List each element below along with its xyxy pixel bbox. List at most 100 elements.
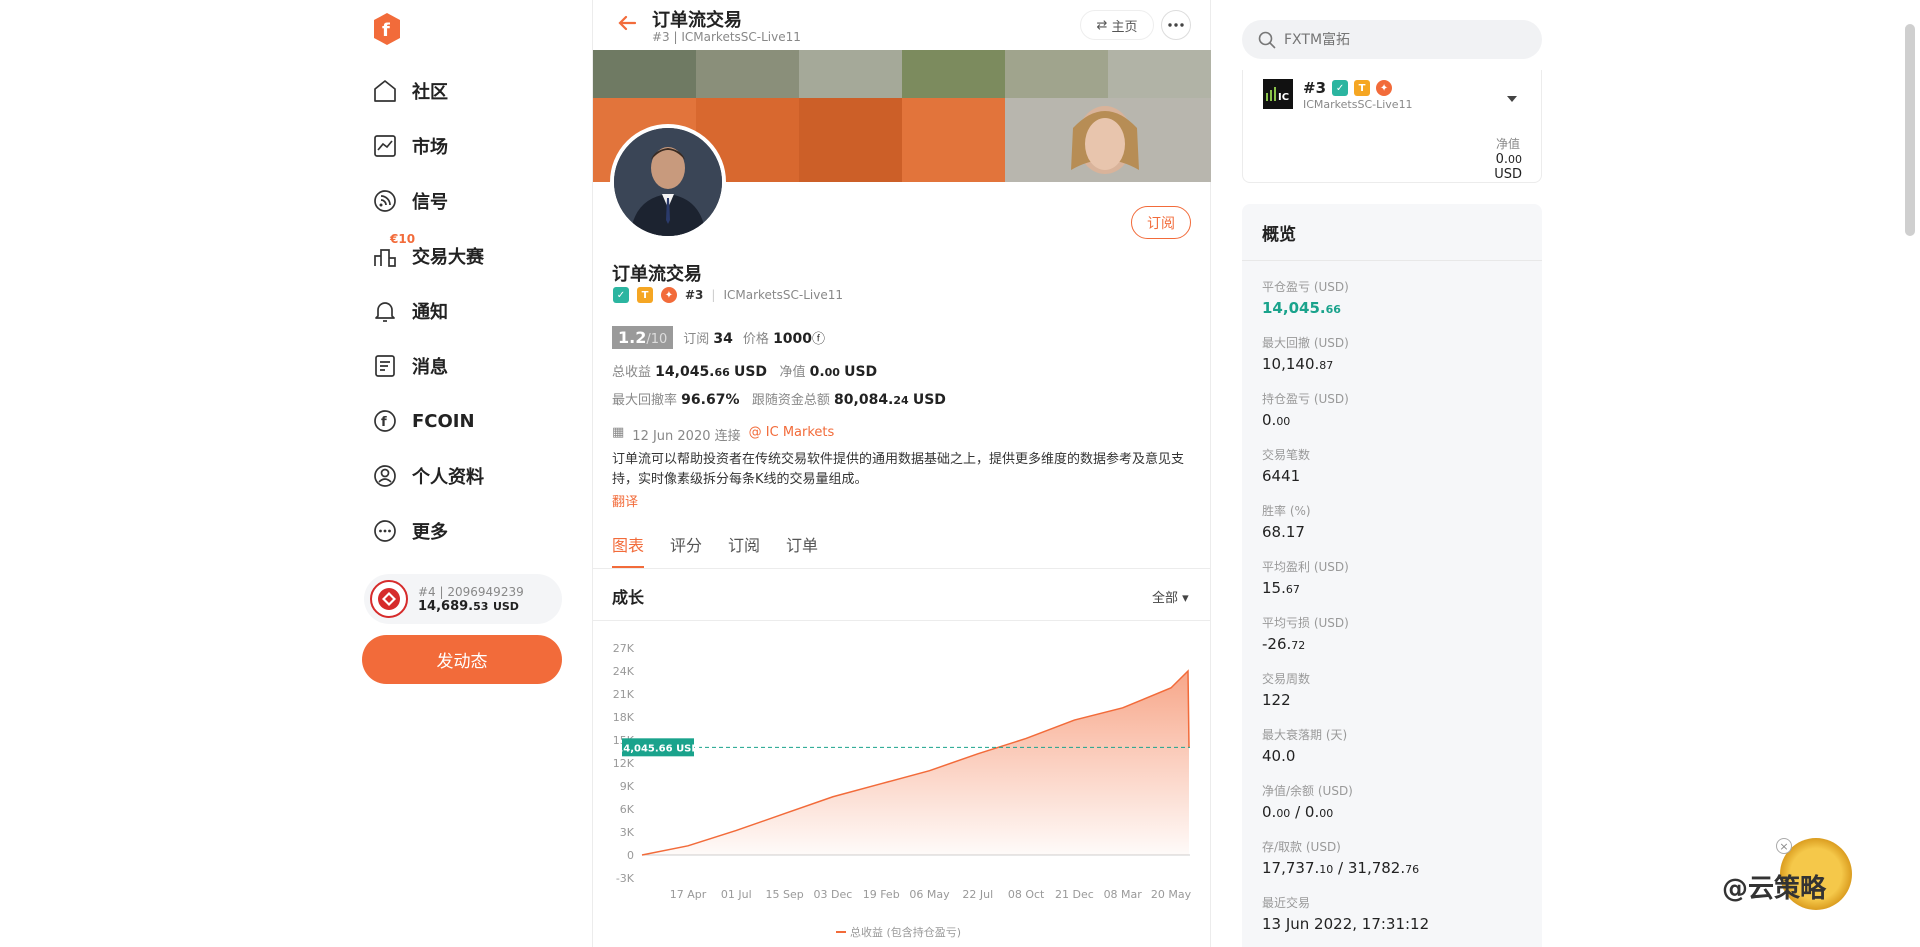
stat-value-2: 31,782. <box>1347 859 1406 877</box>
overview-stat: 存/取款 (USD) 17,737.10 / 31,782.76 <box>1262 838 1419 877</box>
profile-tabs: 图表 评分 订阅 订单 <box>612 532 818 556</box>
x-tick-label: 19 Feb <box>863 888 900 901</box>
stat-value-line: 40.0 <box>1262 747 1347 765</box>
stat-label: 胜率 (%) <box>1262 504 1311 518</box>
overview-divider <box>1242 260 1542 261</box>
follow-funds-decimals: 24 <box>893 394 909 407</box>
stat-label: 持仓盈亏 (USD) <box>1262 392 1349 406</box>
sidebar-item-home[interactable]: 社区 <box>372 76 448 106</box>
sidebar-item-message[interactable]: 消息 <box>372 351 448 381</box>
svg-text:IC: IC <box>1278 92 1289 103</box>
y-tick-label: 0 <box>627 849 634 862</box>
stat-label: 净值/余额 (USD) <box>1262 784 1353 798</box>
post-button[interactable]: 发动态 <box>362 635 562 684</box>
close-promo-button[interactable]: × <box>1776 838 1792 854</box>
hot-flame-icon: ✦ <box>1376 80 1393 96</box>
x-tick-label: 08 Mar <box>1104 888 1143 901</box>
account-dropdown-toggle[interactable] <box>1506 88 1518 107</box>
broker-link[interactable]: @ IC Markets <box>749 425 835 444</box>
selected-account[interactable]: #3 ✓ T ✦ <box>1303 79 1393 97</box>
subscribers-label: 订阅 <box>683 332 710 347</box>
subscribe-button[interactable]: 订阅 <box>1131 206 1191 239</box>
follow-funds-currency: USD <box>912 392 946 408</box>
stat-value-line: 14,045.66 <box>1262 299 1349 317</box>
search-bar[interactable] <box>1242 20 1542 59</box>
bell-icon <box>375 302 395 322</box>
stat-value: 0. <box>1262 411 1277 429</box>
sidebar-item-contest[interactable]: 交易大赛 <box>372 241 484 271</box>
at-icon: @ <box>748 425 762 440</box>
sidebar-item-signal[interactable]: 信号 <box>372 186 448 216</box>
equity-currency: USD <box>844 364 878 380</box>
sidebar-item-label: 个人资料 <box>412 467 484 488</box>
x-tick-label: 06 May <box>909 888 950 901</box>
sidebar-item-label: 社区 <box>412 82 448 103</box>
fcoin-small-icon: ⓕ <box>812 332 826 347</box>
drawdown-row: 最大回撤率 96.67% 跟随资金总额 80,084.24 USD <box>612 389 946 408</box>
profile-avatar <box>610 124 726 240</box>
stat-label: 平均盈利 (USD) <box>1262 560 1349 574</box>
tab-chart[interactable]: 图表 <box>612 532 644 556</box>
account-balance-decimals: 53 <box>473 599 489 613</box>
broker-logo-icon <box>378 588 400 610</box>
overview-stat: 最大回撤 (USD) 10,140.87 <box>1262 334 1349 373</box>
current-account-card[interactable]: #4 | 2096949239 14,689.53 USD <box>364 574 562 624</box>
tab-orders[interactable]: 订单 <box>786 532 818 556</box>
page-scrollbar[interactable] <box>1905 24 1915 236</box>
ic-logo-icon: IC <box>1263 79 1293 109</box>
x-tick-label: 15 Sep <box>765 888 803 901</box>
more-options-button[interactable] <box>1161 10 1191 40</box>
period-filter[interactable]: 全部 ▾ <box>1152 587 1189 606</box>
overview-stat: 净值/余额 (USD) 0.00 / 0.00 <box>1262 782 1353 821</box>
overview-stat: 胜率 (%) 68.17 <box>1262 502 1311 541</box>
connection-row: ▦ 12 Jun 2020 连接 @ IC Markets <box>612 425 834 444</box>
page-title: 订单流交易 <box>652 10 742 31</box>
follow-funds-value: 80,084. <box>834 392 894 408</box>
y-tick-label: 24K <box>613 665 635 678</box>
overview-stat: 交易周数 122 <box>1262 670 1310 709</box>
app-logo[interactable]: f <box>372 12 402 46</box>
stat-value-line: 17,737.10 / 31,782.76 <box>1262 859 1420 877</box>
tab-subscriptions[interactable]: 订阅 <box>728 532 760 556</box>
reference-label: 14,045.66 USD <box>616 743 699 754</box>
watermark: @云策略 <box>1722 874 1827 904</box>
sidebar-item-more[interactable]: 更多 <box>372 516 448 546</box>
back-button[interactable] <box>616 12 638 38</box>
joined-date: 12 Jun 2020 连接 <box>632 429 741 444</box>
stat-value-line: 15.67 <box>1262 579 1349 597</box>
translate-link[interactable]: 翻译 <box>612 491 638 510</box>
arrow-left-icon <box>618 15 637 31</box>
x-tick-label: 21 Dec <box>1055 888 1094 901</box>
account-equity-decimals: 00 <box>1508 153 1522 166</box>
equity-label: 净值 <box>779 365 806 380</box>
sidebar-item-chart[interactable]: 市场 <box>372 131 448 161</box>
verified-shield-icon: ✓ <box>1332 80 1349 96</box>
stat-value-2: 0. <box>1304 803 1320 821</box>
stat-value: 122 <box>1262 691 1291 709</box>
trader-server: ICMarketsSC-Live11 <box>723 288 843 302</box>
x-tick-label: 08 Oct <box>1008 888 1045 901</box>
home-button[interactable]: ⇄ 主页 <box>1080 10 1154 40</box>
contest-icon <box>374 249 396 267</box>
search-input[interactable] <box>1284 31 1524 48</box>
more-icon <box>374 520 396 542</box>
y-tick-label: 6K <box>620 803 635 816</box>
sidebar-item-bell[interactable]: 通知 <box>372 296 448 326</box>
stat-value: 6441 <box>1262 467 1301 485</box>
trader-rank: #3 <box>685 288 704 302</box>
broker-name: IC Markets <box>765 425 835 440</box>
sidebar-item-fcoin[interactable]: f FCOIN <box>372 406 475 436</box>
sidebar-item-label: 信号 <box>412 192 448 213</box>
equity-decimals: 00 <box>824 366 840 379</box>
sidebar-item-label: 市场 <box>412 137 448 158</box>
signal-icon <box>374 190 396 212</box>
stat-decimals: 87 <box>1319 359 1334 372</box>
sidebar-item-label: 更多 <box>412 522 448 543</box>
caret-down-icon: ▾ <box>1182 591 1189 606</box>
trader-description: 订单流可以帮助投资者在传统交易软件提供的通用数据基础之上，提供更多维度的数据参考… <box>612 452 1185 487</box>
equity-value: 0. <box>809 364 825 380</box>
tab-rating[interactable]: 评分 <box>670 532 702 556</box>
price-label: 价格 <box>742 332 769 347</box>
sidebar-item-profile[interactable]: 个人资料 <box>372 461 484 491</box>
contest-badge: €10 <box>390 232 416 246</box>
